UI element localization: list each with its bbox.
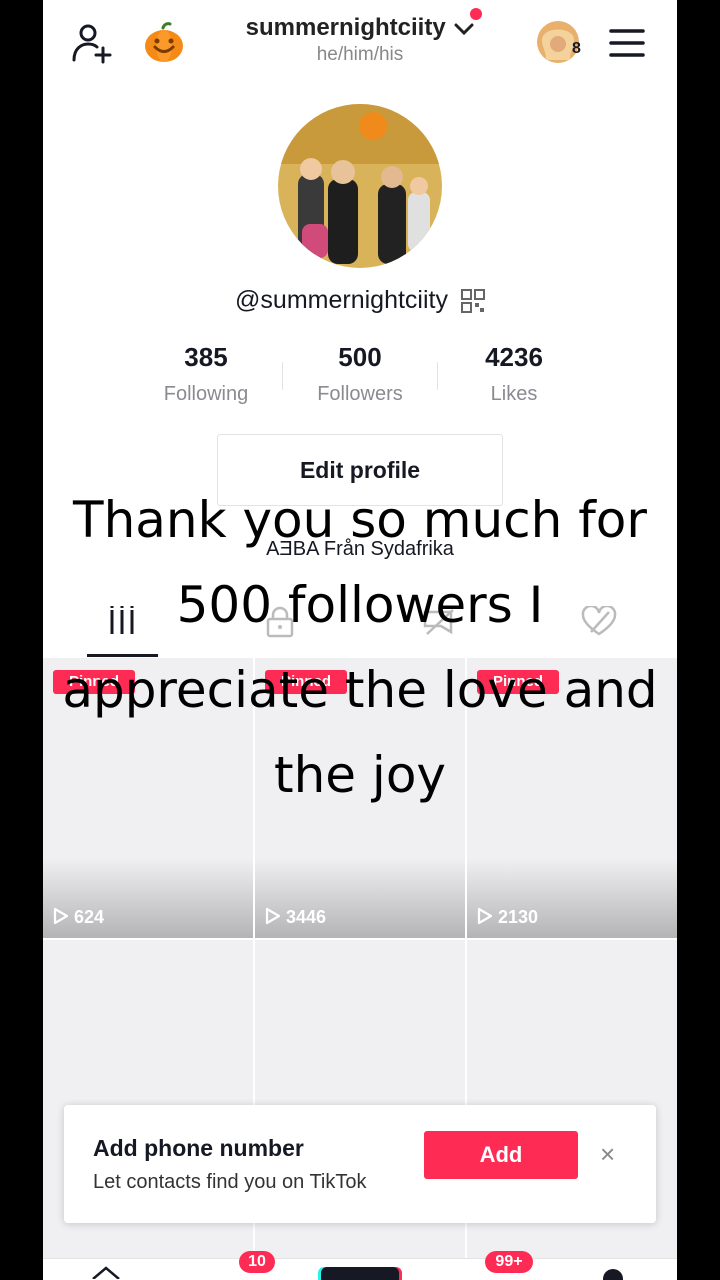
following-label: Following (163, 383, 249, 405)
view-count: 2130 (477, 907, 538, 928)
caption-line: the joy (273, 746, 447, 804)
banner-subtitle: Let contacts find you on TikTok (93, 1171, 367, 1193)
following-count: 385 (184, 342, 228, 372)
stat-divider (282, 362, 283, 390)
handle-text: @summernightciity (235, 286, 448, 314)
likes-label: Likes (490, 383, 538, 405)
friends-badge: 10 (239, 1251, 275, 1273)
profile-nav-icon[interactable] (603, 1269, 623, 1280)
add-phone-button[interactable]: Add (424, 1131, 578, 1179)
view-count: 624 (53, 907, 104, 928)
banner-title: Add phone number (93, 1135, 304, 1161)
stat-divider (437, 362, 438, 390)
profile-avatar[interactable] (278, 104, 442, 268)
play-icon (53, 907, 69, 925)
stat-likes[interactable]: 4236 Likes (439, 342, 589, 406)
home-icon[interactable] (91, 1265, 121, 1279)
view-count-text: 2130 (498, 907, 539, 927)
account-count: 8 (572, 40, 581, 57)
inbox-badge: 99+ (485, 1251, 533, 1273)
view-count-text: 624 (74, 907, 105, 927)
bottom-nav: 10 99+ (43, 1251, 677, 1280)
profile-handle: @summernightciity (43, 286, 677, 315)
close-icon[interactable]: × (600, 1139, 615, 1170)
view-count: 3446 (265, 907, 326, 928)
profile-photo (278, 104, 442, 268)
video-caption-overlay: Thank you so much for 500 followers I ap… (0, 478, 720, 818)
stat-followers[interactable]: 500 Followers (285, 342, 435, 406)
caption-line: Thank you so much for (73, 491, 647, 549)
create-button[interactable] (321, 1267, 399, 1280)
followers-count: 500 (338, 342, 382, 372)
account-avatar-button[interactable]: 8 (536, 20, 588, 66)
qr-code-icon[interactable] (460, 289, 485, 314)
caption-line: 500 followers I (176, 576, 544, 634)
add-phone-banner: Add phone number Let contacts find you o… (64, 1105, 656, 1223)
notification-dot (470, 8, 482, 20)
stat-following[interactable]: 385 Following (131, 342, 281, 406)
followers-label: Followers (317, 383, 403, 405)
view-count-text: 3446 (286, 907, 327, 927)
play-icon (477, 907, 493, 925)
menu-icon[interactable] (609, 28, 645, 58)
likes-count: 4236 (485, 342, 543, 372)
username-text: summernightciity (245, 14, 446, 41)
caption-line: appreciate the love and (62, 661, 658, 719)
play-icon (265, 907, 281, 925)
chevron-down-icon (454, 23, 474, 35)
